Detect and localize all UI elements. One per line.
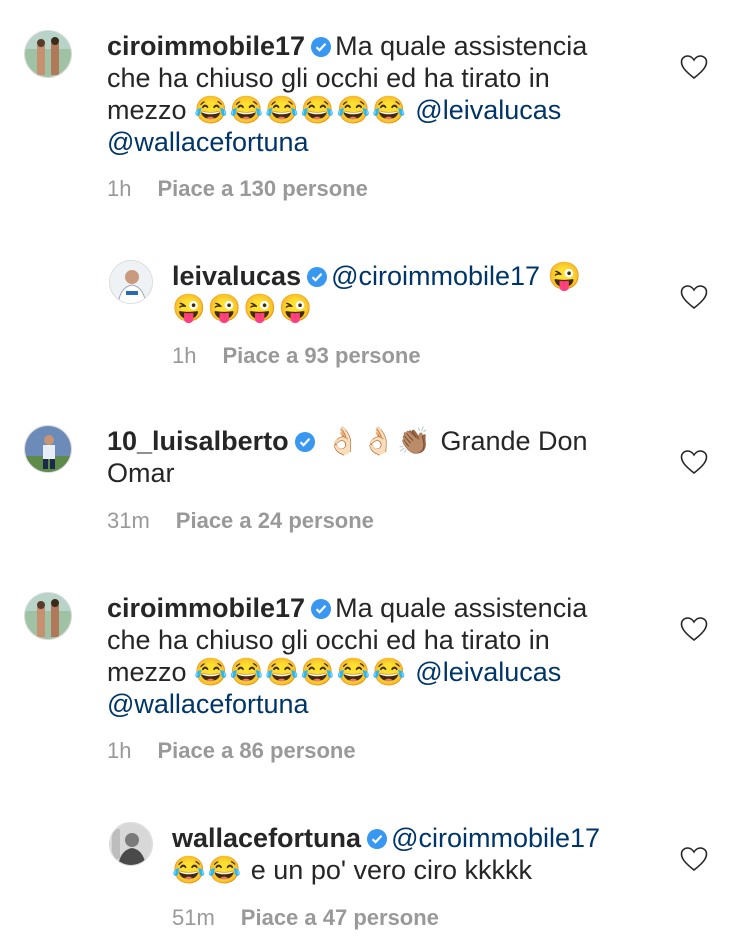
comment-text: e un po' vero ciro kkkkk	[250, 855, 533, 885]
comment-meta: 1h Piace a 93 persone	[172, 343, 421, 369]
likes-count[interactable]: Piace a 47 persone	[241, 905, 439, 930]
comment-time: 1h	[172, 343, 197, 368]
mention-link[interactable]: @ciroimmobile17	[391, 823, 600, 853]
likes-count[interactable]: Piace a 86 persone	[157, 738, 355, 763]
mention-link[interactable]: @ciroimmobile17	[331, 261, 540, 291]
likes-count[interactable]: Piace a 93 persone	[222, 343, 420, 368]
comment-reply: wallacefortuna @ciroimmobile17 😂😂 e un po…	[0, 792, 748, 947]
heart-outline-icon[interactable]	[680, 616, 708, 642]
mention-link[interactable]: @leivalucas	[415, 95, 561, 125]
comment-meta: 1h Piace a 86 persone	[107, 738, 356, 764]
comment-text: che ha chiuso gli occhi ed ha tirato in	[107, 625, 550, 655]
comment-text: mezzo	[107, 95, 187, 125]
comment-body: 10_luisalberto 👌🏻👌🏻👏🏽 Grande Don Omar	[107, 425, 647, 489]
verified-badge-icon	[311, 37, 332, 57]
comment-body: leivalucas @ciroimmobile17 😜 😜😜😜😜	[172, 260, 642, 324]
likes-count[interactable]: Piace a 24 persone	[176, 508, 374, 533]
verified-badge-icon	[294, 432, 315, 452]
comment-body: wallacefortuna @ciroimmobile17 😂😂 e un po…	[172, 822, 642, 886]
comment-text: mezzo	[107, 657, 187, 687]
likes-count[interactable]: Piace a 130 persone	[157, 176, 367, 201]
comment-time: 31m	[107, 508, 150, 533]
heart-outline-icon[interactable]	[680, 54, 708, 80]
emoji-laughing: 😂😂😂😂😂😂	[194, 657, 408, 687]
comment-time: 51m	[172, 905, 215, 930]
mention-link[interactable]: @wallacefortuna	[107, 689, 309, 719]
comment-meta: 1h Piace a 130 persone	[107, 176, 368, 202]
avatar[interactable]	[24, 425, 72, 473]
emoji-winking-tongue: 😜	[547, 261, 582, 291]
username[interactable]: leivalucas	[172, 261, 301, 291]
comment-text: Ma quale assistencia	[335, 31, 588, 61]
comment: ciroimmobile17 Ma quale assistencia che h…	[0, 562, 748, 792]
comment-time: 1h	[107, 176, 132, 201]
emoji-laughing: 😂😂😂😂😂😂	[194, 95, 408, 125]
comment-meta: 31m Piace a 24 persone	[107, 508, 374, 534]
comment-text: Omar	[107, 458, 175, 488]
avatar[interactable]	[109, 822, 153, 866]
username[interactable]: ciroimmobile17	[107, 31, 305, 61]
comment-body: ciroimmobile17 Ma quale assistencia che h…	[107, 30, 647, 158]
heart-outline-icon[interactable]	[680, 449, 708, 475]
heart-outline-icon[interactable]	[680, 846, 708, 872]
verified-badge-icon	[307, 267, 328, 287]
avatar[interactable]	[109, 260, 153, 304]
username[interactable]: 10_luisalberto	[107, 426, 289, 456]
comment: 10_luisalberto 👌🏻👌🏻👏🏽 Grande Don Omar 31…	[0, 395, 748, 560]
mention-link[interactable]: @leivalucas	[415, 657, 561, 687]
verified-badge-icon	[311, 599, 332, 619]
comment-text: Grande Don	[440, 426, 588, 456]
mention-link[interactable]: @wallacefortuna	[107, 127, 309, 157]
username[interactable]: wallacefortuna	[172, 823, 361, 853]
avatar[interactable]	[24, 30, 72, 78]
comment-reply: leivalucas @ciroimmobile17 😜 😜😜😜😜 1h Piace…	[0, 230, 748, 395]
avatar[interactable]	[24, 592, 72, 640]
comment-text: che ha chiuso gli occhi ed ha tirato in	[107, 63, 550, 93]
username[interactable]: ciroimmobile17	[107, 593, 305, 623]
comment-text: Ma quale assistencia	[335, 593, 588, 623]
heart-outline-icon[interactable]	[680, 284, 708, 310]
emoji-winking-tongue: 😜😜😜😜	[172, 293, 315, 323]
comment-body: ciroimmobile17 Ma quale assistencia che h…	[107, 592, 647, 720]
comment-time: 1h	[107, 738, 132, 763]
emoji-laughing: 😂😂	[172, 855, 244, 885]
emoji-ok-clap: 👌🏻👌🏻👏🏽	[326, 426, 433, 456]
comment-meta: 51m Piace a 47 persone	[172, 905, 439, 931]
comment: ciroimmobile17 Ma quale assistencia che h…	[0, 0, 748, 230]
verified-badge-icon	[367, 829, 388, 849]
